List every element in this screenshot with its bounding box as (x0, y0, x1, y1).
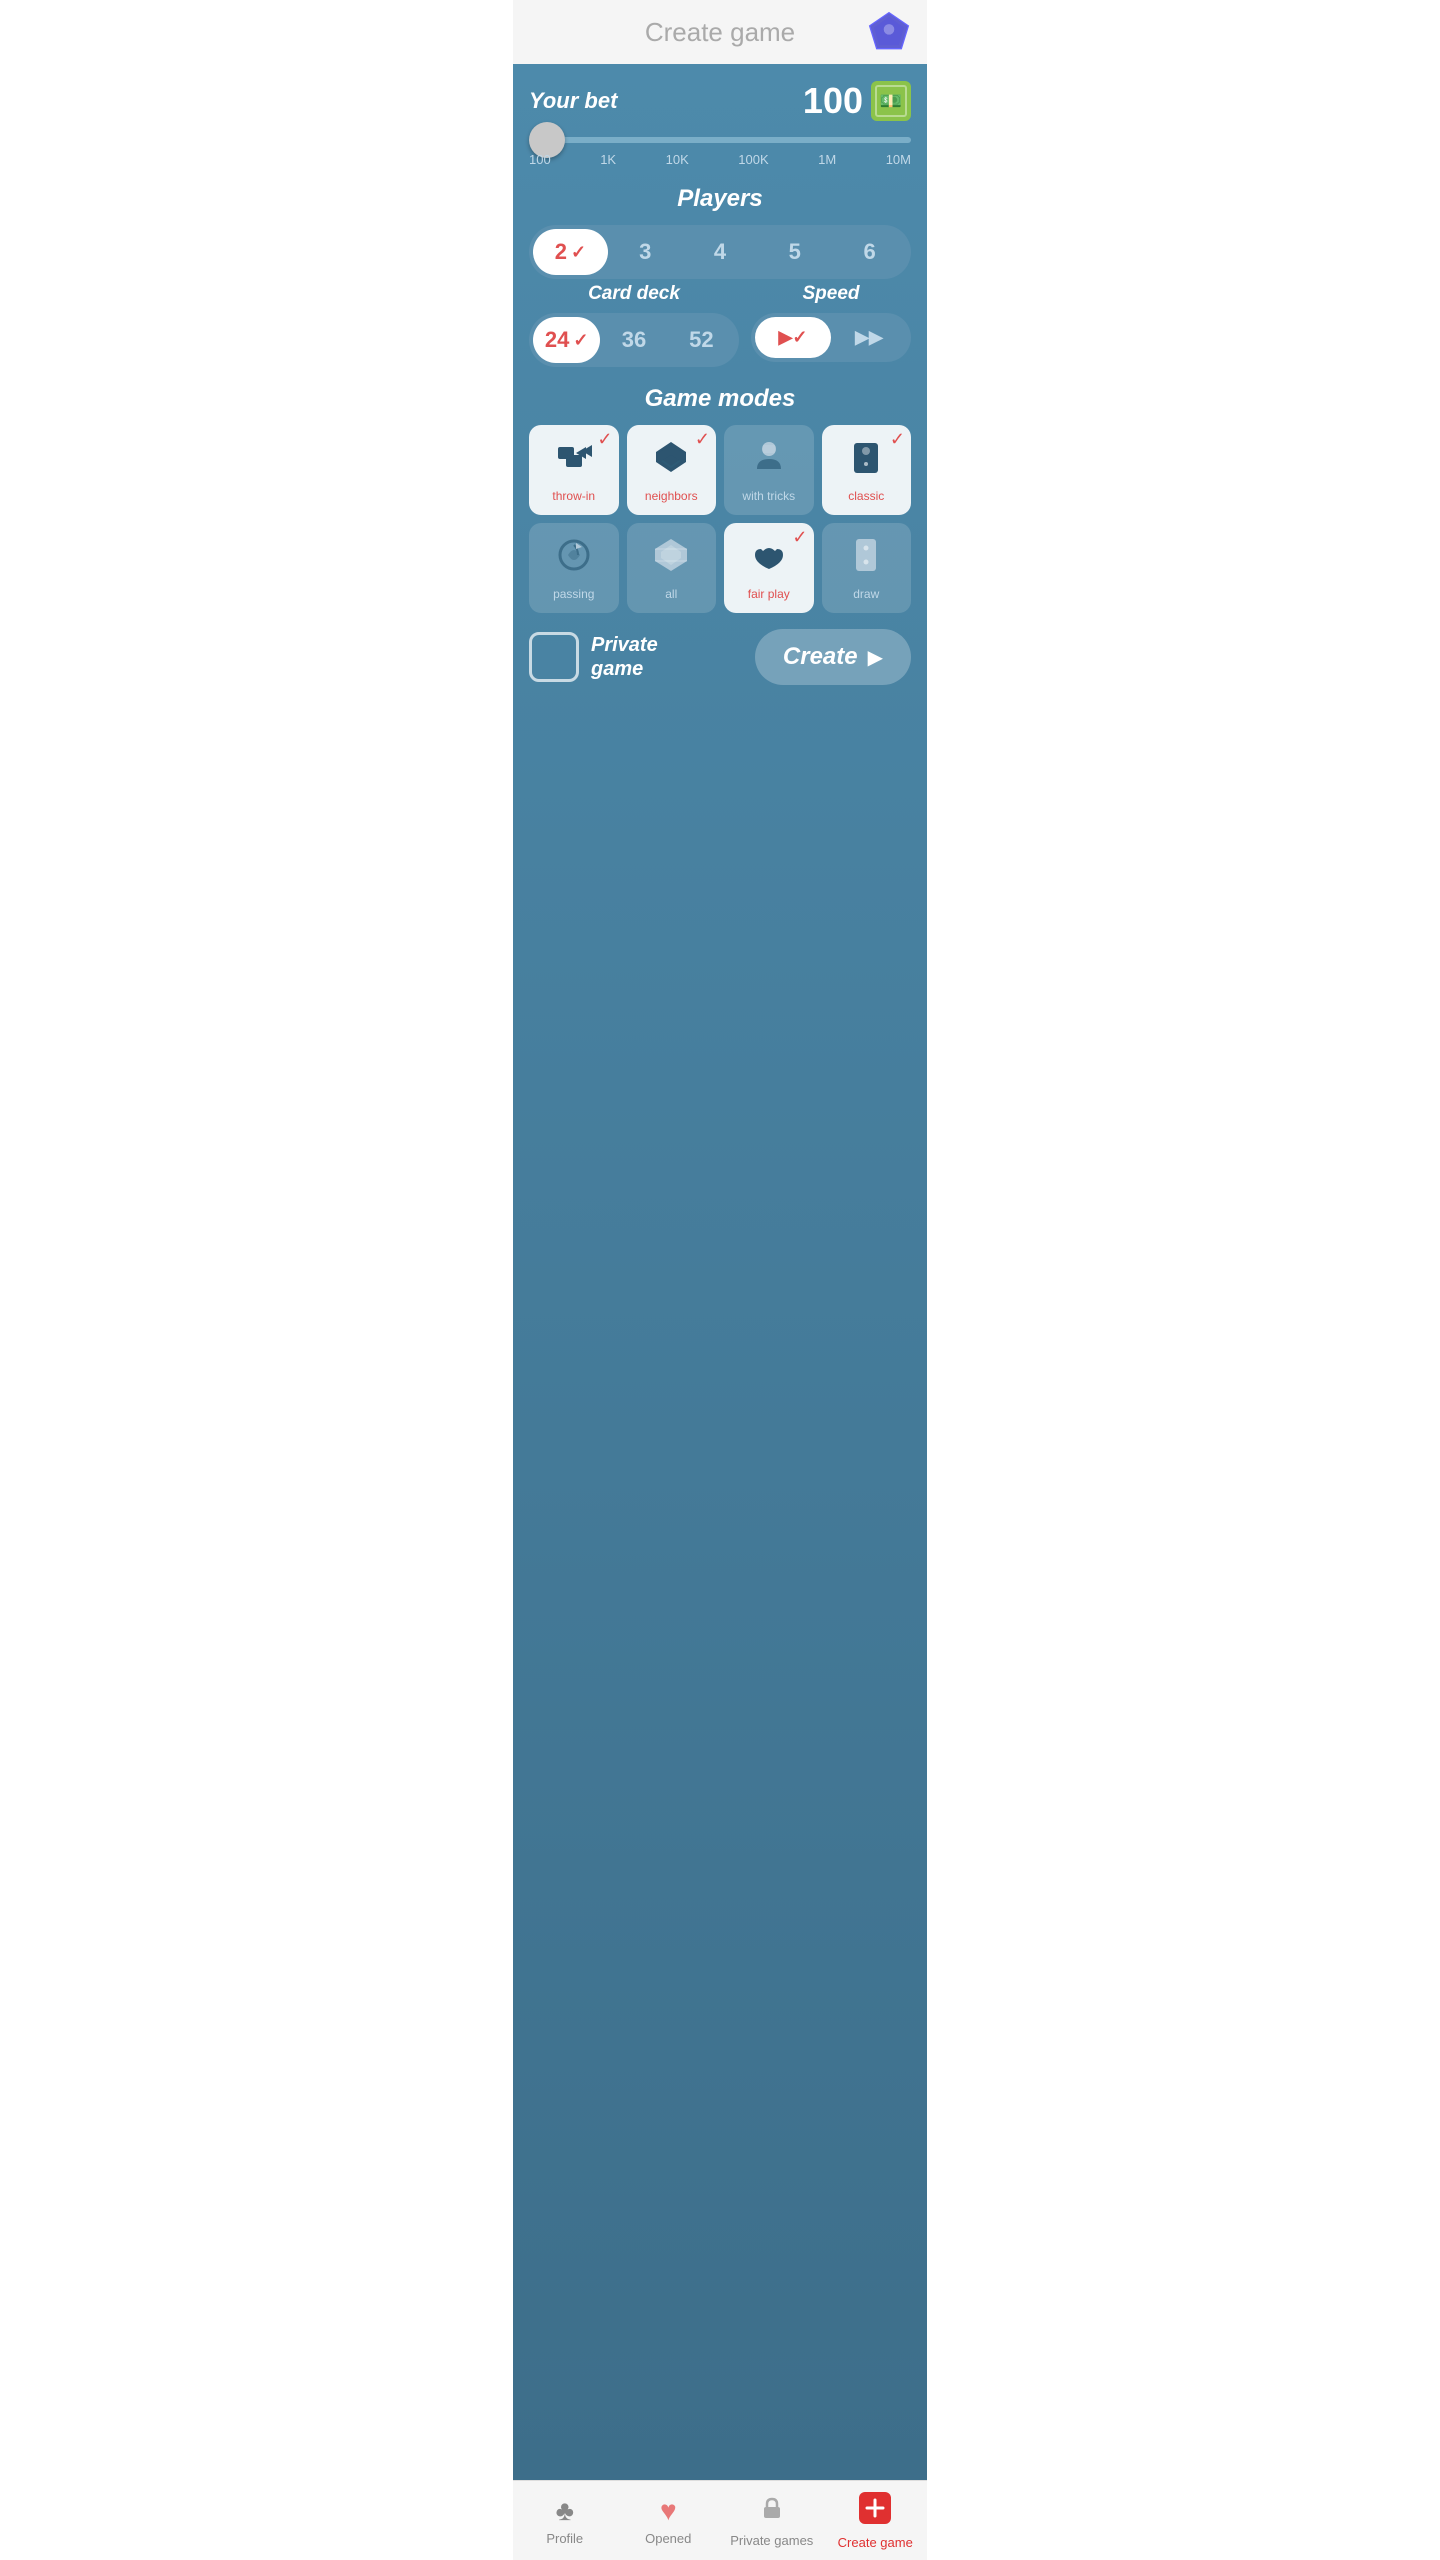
player-option-5[interactable]: 5 (757, 229, 832, 275)
nav-profile-label: Profile (546, 2531, 583, 2546)
all-label: all (665, 587, 677, 601)
neighbors-icon (651, 437, 691, 485)
deck-speed-row: Card deck 24✓ 36 52 Speed ▶✓ ▶▶ (529, 283, 911, 367)
bottom-controls: Privategame Create ▶ (529, 629, 911, 685)
nav-create-game-label: Create game (838, 2535, 913, 2550)
speed-option-normal[interactable]: ▶✓ (755, 317, 831, 358)
private-game-label: Privategame (591, 633, 658, 681)
create-play-icon: ▶ (868, 645, 883, 670)
with-tricks-label: with tricks (742, 489, 795, 503)
game-modes-grid: ✓ throw-in ✓ (529, 425, 911, 613)
mode-neighbors[interactable]: ✓ neighbors (627, 425, 717, 515)
bet-slider-container: 100 1K 10K 100K 1M 10M (529, 130, 911, 167)
mode-with-tricks[interactable]: ✓ with tricks (724, 425, 814, 515)
bet-header: Your bet 100 💵 (529, 80, 911, 122)
players-selector: 2✓ 3 4 5 6 (529, 225, 911, 279)
nav-private-games-label: Private games (730, 2533, 813, 2548)
bet-value: 100 (803, 80, 863, 122)
coin-icon: 💵 (871, 81, 911, 121)
speed-selector: ▶✓ ▶▶ (751, 313, 911, 362)
nav-private-games[interactable]: Private games (720, 2481, 824, 2560)
mode-classic[interactable]: ✓ classic (822, 425, 912, 515)
slider-label-1k: 1K (600, 152, 616, 167)
opened-icon: ♥ (660, 2495, 677, 2527)
create-game-button[interactable]: Create ▶ (755, 629, 911, 685)
nav-opened[interactable]: ♥ Opened (617, 2481, 721, 2560)
mode-draw[interactable]: ✓ draw (822, 523, 912, 613)
mode-fair-play[interactable]: ✓ fair play (724, 523, 814, 613)
slider-label-1m: 1M (818, 152, 836, 167)
mode-passing[interactable]: ✓ passing (529, 523, 619, 613)
throw-in-icon (554, 437, 594, 485)
nav-create-game[interactable]: Create game (824, 2481, 928, 2560)
speed-section: Speed ▶✓ ▶▶ (751, 283, 911, 367)
bet-label: Your bet (529, 88, 617, 114)
deck-label: Card deck (529, 283, 739, 305)
deck-option-36[interactable]: 36 (600, 317, 667, 363)
slider-label-10k: 10K (666, 152, 689, 167)
nav-opened-label: Opened (645, 2531, 691, 2546)
deck-option-24[interactable]: 24✓ (533, 317, 600, 363)
with-tricks-icon (749, 437, 789, 485)
private-game-section: Privategame (529, 632, 658, 682)
bet-value-container: 100 💵 (803, 80, 911, 122)
classic-label: classic (848, 489, 884, 503)
fair-play-label: fair play (748, 587, 790, 601)
deck-section: Card deck 24✓ 36 52 (529, 283, 739, 367)
throw-in-label: throw-in (552, 489, 595, 503)
all-icon (651, 535, 691, 583)
player-option-2[interactable]: 2✓ (533, 229, 608, 275)
create-icon (859, 2492, 891, 2531)
profile-icon: ♣ (556, 2495, 574, 2527)
page-title: Create game (645, 17, 795, 48)
create-button-text: Create (783, 643, 858, 671)
player-option-4[interactable]: 4 (683, 229, 758, 275)
gem-icon (867, 10, 911, 54)
slider-label-10m: 10M (886, 152, 911, 167)
mode-all[interactable]: ✓ all (627, 523, 717, 613)
bet-section: Your bet 100 💵 100 1K 10K 100K 1M 10M (529, 80, 911, 167)
draw-label: draw (853, 587, 879, 601)
draw-icon (846, 535, 886, 583)
speed-option-fast[interactable]: ▶▶ (831, 317, 907, 358)
slider-label-100k: 100K (738, 152, 768, 167)
lock-icon (758, 2494, 786, 2529)
fair-play-icon (749, 535, 789, 583)
classic-icon (846, 437, 886, 485)
private-game-checkbox[interactable] (529, 632, 579, 682)
header: Create game (513, 0, 927, 64)
player-option-6[interactable]: 6 (832, 229, 907, 275)
deck-option-52[interactable]: 52 (668, 317, 735, 363)
neighbors-label: neighbors (645, 489, 698, 503)
bet-slider[interactable] (529, 137, 911, 143)
deck-selector: 24✓ 36 52 (529, 313, 739, 367)
player-option-3[interactable]: 3 (608, 229, 683, 275)
mode-throw-in[interactable]: ✓ throw-in (529, 425, 619, 515)
game-modes-title: Game modes (529, 385, 911, 413)
passing-icon (554, 535, 594, 583)
players-title: Players (529, 185, 911, 213)
slider-label-100: 100 (529, 152, 551, 167)
nav-profile[interactable]: ♣ Profile (513, 2481, 617, 2560)
main-content: Your bet 100 💵 100 1K 10K 100K 1M 10M Pl… (513, 64, 927, 2480)
speed-label: Speed (751, 283, 911, 305)
bottom-nav: ♣ Profile ♥ Opened Private games Create … (513, 2480, 927, 2560)
passing-label: passing (553, 587, 594, 601)
